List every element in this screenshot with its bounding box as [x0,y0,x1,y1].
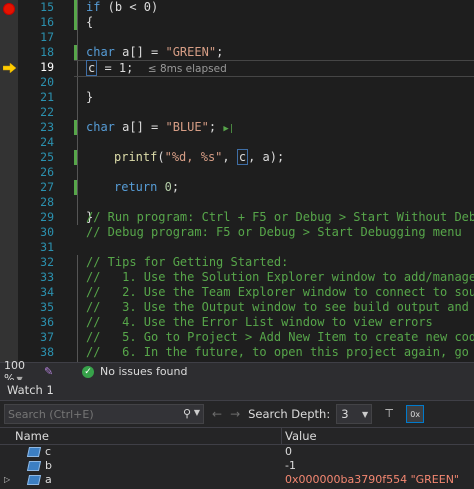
watch-row[interactable]: ▷ a 0x000000ba3790f554 "GREEN" [0,473,474,487]
check-circle-icon: ✓ [82,365,94,378]
watch-toolbar: ⚲ ▼ ← → Search Depth: 3 ▼ ⊤ 0x [0,401,474,427]
watch-grid-header: Name Value [0,427,474,445]
watch-row-value[interactable]: 0x000000ba3790f554 "GREEN" [282,473,459,487]
variable-c[interactable]: c [86,60,98,76]
code-line-34: // 2. Use the Team Explorer window to co… [86,285,474,299]
forward-arrow-icon[interactable]: → [230,407,240,421]
column-header-value[interactable]: Value [282,428,317,444]
line-number: 22 [40,105,54,119]
watch-row[interactable]: b -1 [0,459,474,473]
variable-icon [26,447,42,457]
expand-arrow-icon[interactable]: ▷ [4,473,10,487]
editor-status-bar: 100 % ▼ ✎ ✓ No issues found [0,359,474,385]
variable-c-ref[interactable]: c [236,149,249,165]
line-number: 21 [40,90,54,104]
search-input[interactable] [8,407,176,421]
code-line-27: return 0; [114,180,180,194]
watch-row-name: c [45,445,52,458]
breakpoint-margin[interactable] [0,0,18,362]
code-line-21: } [86,90,94,104]
variable-icon [26,475,42,485]
search-depth-label: Search Depth: [248,407,331,421]
line-number: 15 [40,0,54,14]
search-icon[interactable]: ⚲ [183,407,191,420]
watch-row-value[interactable]: -1 [282,459,296,473]
line-number: 19 [40,60,54,74]
code-line-38: // 6. In the future, to open this projec… [86,345,474,359]
watch-row-name: a [45,473,52,486]
search-box[interactable]: ⚲ ▼ [4,404,204,424]
pin-icon[interactable]: ⊤ [380,405,398,423]
line-number: 27 [40,180,54,194]
issues-status[interactable]: No issues found [100,365,187,378]
line-number: 35 [40,300,54,314]
search-depth-select[interactable]: 3 ▼ [336,404,373,424]
execution-arrow-icon[interactable] [3,63,16,73]
breakpoint-icon[interactable] [3,3,15,15]
code-cleanup-icon[interactable]: ✎ [44,365,62,378]
code-line-36: // 4. Use the Error List window to view … [86,315,433,329]
watch-title[interactable]: Watch 1 [0,380,474,401]
code-line-30: // Debug program: F5 or Debug > Start De… [86,225,462,239]
line-number: 30 [40,225,54,239]
line-number: 31 [40,240,54,254]
run-to-click-icon[interactable]: ▶| [223,124,234,134]
code-line-15: if (b < 0) [86,0,159,14]
code-line-23: char a[] = "BLUE"; ▶| [86,120,235,134]
line-number: 25 [40,150,54,164]
code-line-16: { [86,15,94,29]
watch-row-name: b [45,459,52,472]
code-line-35: // 3. Use the Output window to see build… [86,300,474,314]
code-line-18: char a[] = "GREEN"; [86,45,224,59]
fold-guide [77,0,78,225]
line-number: 24 [40,135,54,149]
column-header-name[interactable]: Name [0,428,282,444]
code-line-37: // 5. Go to Project > Add New Item to cr… [86,330,474,344]
line-number: 29 [40,210,54,224]
code-editor[interactable]: 15 16 17 18 19 20 21 22 23 24 25 26 27 28 29 30 31 32 33 34… [0,0,474,362]
fold-guide [77,255,78,362]
hex-display-icon[interactable]: 0x [406,405,425,423]
line-number: 37 [40,330,54,344]
code-line-29: // Run program: Ctrl + F5 or Debug > Sta… [86,210,474,224]
watch-window: Watch 1 ⚲ ▼ ← → Search Depth: 3 ▼ ⊤ 0x N… [0,380,474,489]
line-number: 20 [40,75,54,89]
line-number: 34 [40,285,54,299]
perf-tip[interactable]: ≤ 8ms elapsed [148,63,227,75]
line-number: 28 [40,195,54,209]
line-number: 26 [40,165,54,179]
code-line-33: // 1. Use the Solution Explorer window t… [86,270,474,284]
back-arrow-icon[interactable]: ← [212,407,222,421]
line-number: 36 [40,315,54,329]
line-number: 23 [40,120,54,134]
line-number: 17 [40,30,54,44]
chevron-down-icon: ▼ [362,410,369,419]
chevron-down-icon[interactable]: ▼ [194,408,200,417]
code-line-32: // Tips for Getting Started: [86,255,289,269]
code-line-25: printf("%d, %s", c, a); [114,149,285,165]
watch-row[interactable]: c 0 [0,445,474,459]
line-number: 16 [40,15,54,29]
line-number: 18 [40,45,54,59]
watch-row-value[interactable]: 0 [282,445,292,459]
code-line-19: c = 1; ≤ 8ms elapsed [86,60,227,76]
line-number: 33 [40,270,54,284]
line-number: 32 [40,255,54,269]
variable-icon [26,461,42,471]
